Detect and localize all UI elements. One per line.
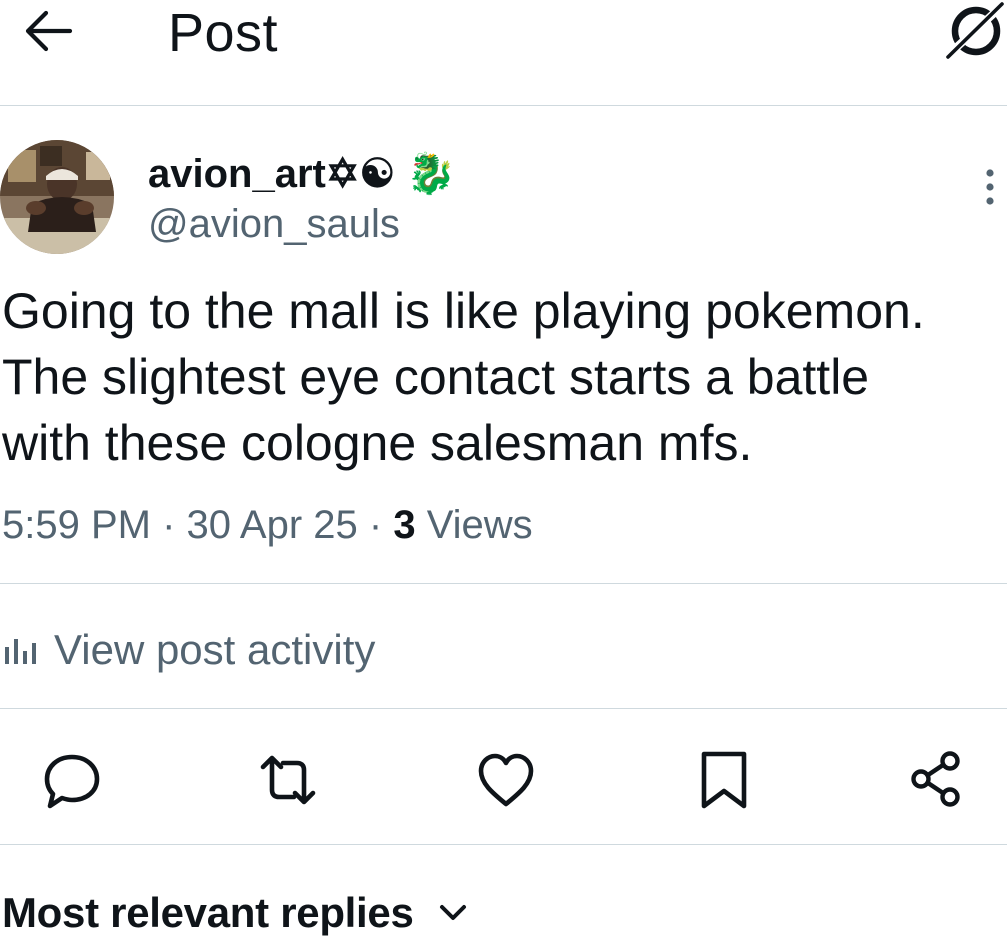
replies-sort-button[interactable]: Most relevant replies bbox=[2, 888, 468, 938]
share-icon[interactable] bbox=[904, 748, 968, 812]
post-date[interactable]: 30 Apr 25 bbox=[187, 503, 358, 547]
replies-sort-label: Most relevant replies bbox=[2, 889, 414, 936]
more-vertical-icon[interactable] bbox=[978, 166, 1002, 208]
view-post-activity-button[interactable]: View post activity bbox=[4, 620, 375, 680]
page-title: Post bbox=[168, 3, 279, 63]
avatar-image bbox=[0, 140, 114, 254]
views-count: 3 bbox=[393, 503, 416, 547]
separator: · bbox=[150, 503, 187, 547]
tweet-text-line: with these cologne salesman mfs. bbox=[2, 415, 753, 471]
tweet-text-line: The slightest eye contact starts a battl… bbox=[2, 349, 870, 405]
post-time[interactable]: 5:59 PM bbox=[2, 503, 151, 547]
separator: · bbox=[357, 503, 394, 547]
tweet-text: Going to the mall is like playing pokemo… bbox=[2, 278, 1002, 476]
tweet-text-line: Going to the mall is like playing pokemo… bbox=[2, 283, 925, 339]
avatar[interactable] bbox=[0, 140, 114, 254]
chevron-down-icon bbox=[439, 905, 466, 920]
divider bbox=[0, 105, 1007, 106]
bar-chart-icon bbox=[5, 639, 36, 664]
top-bar: Post bbox=[0, 0, 1007, 105]
grok-icon[interactable] bbox=[940, 2, 1006, 60]
heart-icon[interactable] bbox=[474, 748, 538, 812]
divider bbox=[0, 583, 1007, 584]
user-handle[interactable]: @avion_sauls bbox=[148, 200, 400, 248]
bookmark-icon[interactable] bbox=[692, 748, 756, 812]
views-label: Views bbox=[426, 503, 533, 547]
reply-icon[interactable] bbox=[40, 748, 104, 812]
view-post-activity-label: View post activity bbox=[54, 626, 376, 673]
divider bbox=[0, 844, 1007, 845]
display-name[interactable]: avion_art✡☯ 🐉 bbox=[148, 150, 456, 198]
divider bbox=[0, 708, 1007, 709]
repost-icon[interactable] bbox=[256, 748, 320, 812]
arrow-left-icon[interactable] bbox=[22, 8, 74, 54]
tweet-meta: 5:59 PM · 30 Apr 25 · 3 Views bbox=[2, 500, 533, 550]
